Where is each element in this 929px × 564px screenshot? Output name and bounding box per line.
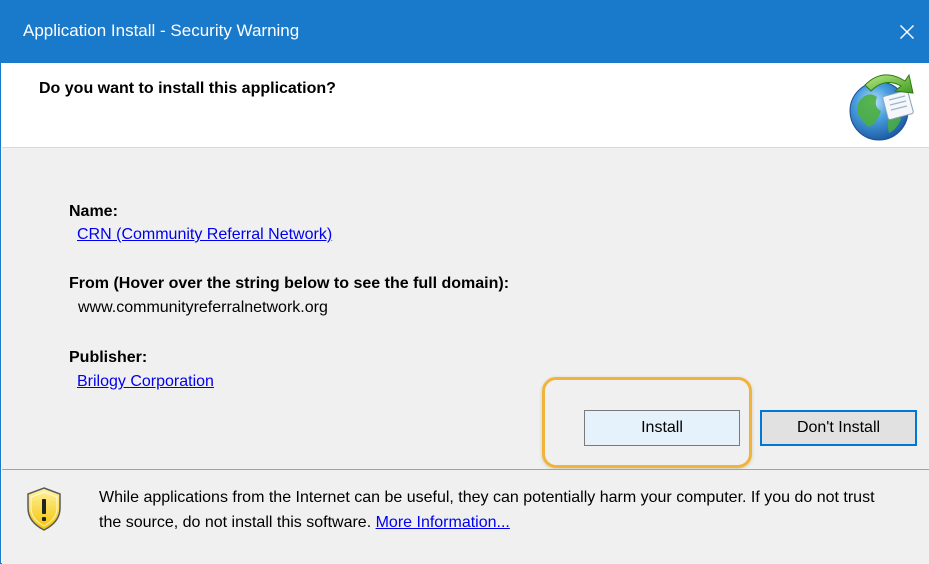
warning-message: While applications from the Internet can…: [99, 485, 899, 535]
close-button[interactable]: [884, 0, 929, 63]
window-title: Application Install - Security Warning: [23, 21, 300, 40]
name-label: Name:: [69, 203, 118, 220]
install-dialog: Application Install - Security Warning D…: [0, 0, 929, 564]
warning-shield-icon: [27, 487, 61, 531]
publisher-link[interactable]: Brilogy Corporation: [77, 373, 214, 391]
globe-app-icon: [849, 73, 914, 141]
dont-install-button[interactable]: Don't Install: [760, 410, 917, 446]
install-button[interactable]: Install: [584, 410, 740, 446]
details-panel: Name: CRN (Community Referral Network) F…: [2, 147, 929, 469]
close-icon: [900, 24, 914, 39]
title-bar[interactable]: Application Install - Security Warning: [1, 0, 929, 63]
name-link[interactable]: CRN (Community Referral Network): [77, 226, 332, 244]
dialog-header: Do you want to install this application?: [1, 63, 929, 147]
warning-footer: While applications from the Internet can…: [2, 469, 929, 564]
publisher-label: Publisher:: [69, 349, 148, 366]
more-information-link[interactable]: More Information...: [376, 514, 510, 531]
install-question: Do you want to install this application?: [39, 80, 336, 97]
from-label: From (Hover over the string below to see…: [69, 275, 510, 292]
from-domain[interactable]: www.communityreferralnetwork.org: [78, 299, 328, 317]
